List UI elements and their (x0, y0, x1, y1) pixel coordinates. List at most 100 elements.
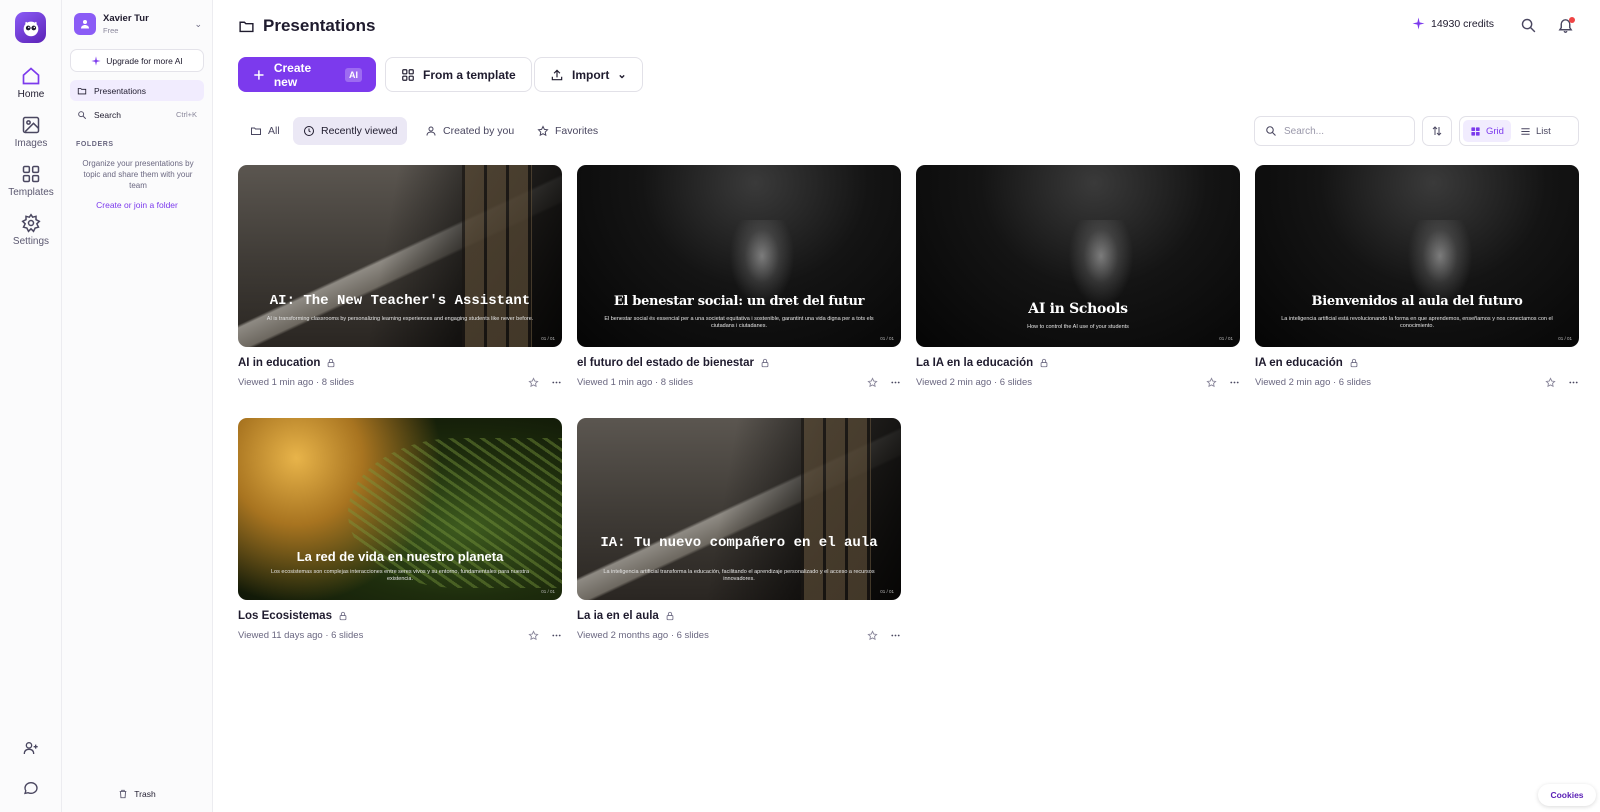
sparkle-icon (1412, 17, 1425, 30)
slide-thumbnail[interactable]: El benestar social: un dret del futur El… (577, 165, 901, 347)
card-title[interactable]: Los Ecosistemas (238, 610, 562, 622)
slide-thumbnail[interactable]: IA: Tu nuevo compañero en el aula La int… (577, 418, 901, 600)
import-label: Import (572, 67, 610, 82)
star-icon[interactable] (867, 630, 878, 641)
card-actions (867, 630, 901, 641)
sidebar-item-presentations[interactable]: Presentations (70, 80, 204, 101)
sort-button[interactable] (1422, 116, 1452, 146)
presentation-card[interactable]: Bienvenidos al aula del futuro La inteli… (1255, 165, 1579, 388)
slide-subtitle: AI is transforming classrooms by persona… (266, 316, 534, 322)
from-template-button[interactable]: From a template (385, 57, 532, 92)
create-folder-link[interactable]: Create or join a folder (70, 200, 204, 210)
clock-icon (304, 126, 314, 136)
sidebar-item-search[interactable]: Search Ctrl+K (70, 104, 204, 125)
shortcut-hint: Ctrl+K (175, 110, 197, 119)
card-meta-text: Viewed 1 min ago · 8 slides (577, 377, 693, 388)
presentation-card[interactable]: IA: Tu nuevo compañero en el aula La int… (577, 418, 901, 641)
rail-item-templates[interactable]: Templates (0, 164, 62, 198)
search-icon[interactable] (1520, 17, 1537, 34)
upgrade-button[interactable]: Upgrade for more AI (70, 49, 204, 72)
chevron-down-icon: ⌄ (194, 18, 202, 29)
more-icon[interactable] (551, 630, 562, 641)
slide-thumbnail[interactable]: AI in Schools How to control the AI use … (916, 165, 1240, 347)
tab-label: All (268, 125, 280, 137)
lock-icon (666, 611, 674, 621)
avatar (74, 13, 96, 35)
lock-icon (1350, 358, 1358, 368)
upload-icon (551, 69, 563, 80)
lock-icon (761, 358, 769, 368)
lock-icon (1040, 358, 1048, 368)
sidebar-item-label: Presentations (94, 85, 146, 96)
rail-item-label: Settings (12, 236, 50, 247)
star-icon[interactable] (1545, 377, 1556, 388)
folders-description: Organize your presentations by topic and… (82, 159, 194, 190)
folder-icon (77, 87, 87, 94)
grid-icon (1471, 126, 1480, 136)
more-icon[interactable] (1568, 377, 1579, 388)
grid-view-button[interactable]: Grid (1463, 120, 1511, 142)
rail-item-images[interactable]: Images (0, 115, 62, 149)
tab-recently-viewed[interactable]: Recently viewed (293, 117, 408, 145)
account-switcher[interactable]: Xavier Tur Free ⌄ (74, 12, 202, 36)
card-title-text: IA en educación (1255, 357, 1343, 369)
rail-item-settings[interactable]: Settings (0, 213, 62, 247)
tab-all[interactable]: All (240, 117, 290, 145)
rail-item-label: Home (17, 89, 45, 100)
gear-icon (21, 213, 41, 233)
more-icon[interactable] (890, 377, 901, 388)
card-meta: Viewed 11 days ago · 6 slides (238, 630, 562, 641)
cookies-button[interactable]: Cookies (1538, 784, 1596, 806)
card-meta: Viewed 1 min ago · 8 slides (238, 377, 562, 388)
chat-button[interactable] (0, 780, 62, 796)
card-title[interactable]: La ia en el aula (577, 610, 901, 622)
page-title-text: Presentations (263, 16, 376, 35)
slide-thumbnail[interactable]: La red de vida en nuestro planeta Los ec… (238, 418, 562, 600)
tab-created-by-you[interactable]: Created by you (415, 117, 524, 145)
card-meta-text: Viewed 11 days ago · 6 slides (238, 630, 364, 641)
folder-icon (239, 21, 254, 32)
search-field[interactable] (1254, 116, 1415, 146)
trash-button[interactable]: Trash (70, 789, 204, 799)
owl-logo-icon (23, 21, 38, 36)
presentation-card[interactable]: AI: The New Teacher's Assistant AI is tr… (238, 165, 562, 388)
slide-thumbnail[interactable]: AI: The New Teacher's Assistant AI is tr… (238, 165, 562, 347)
app-logo[interactable] (15, 12, 46, 43)
card-title[interactable]: el futuro del estado de bienestar (577, 357, 901, 369)
view-toggle: Grid List (1459, 116, 1579, 146)
slide-thumbnail[interactable]: Bienvenidos al aula del futuro La inteli… (1255, 165, 1579, 347)
tab-label: Recently viewed (321, 125, 398, 137)
list-view-button[interactable]: List (1513, 120, 1558, 142)
presentation-card[interactable]: El benestar social: un dret del futur El… (577, 165, 901, 388)
star-icon[interactable] (528, 630, 539, 641)
card-title[interactable]: La IA en la educación (916, 357, 1240, 369)
list-icon (1521, 127, 1530, 135)
card-title[interactable]: IA en educación (1255, 357, 1579, 369)
more-icon[interactable] (890, 630, 901, 641)
search-icon (78, 110, 87, 119)
import-button[interactable]: Import ⌄ (534, 57, 643, 92)
card-meta-text: Viewed 1 min ago · 8 slides (238, 377, 354, 388)
create-new-label: Create new (273, 60, 312, 89)
rail-item-home[interactable]: Home (0, 66, 62, 100)
create-new-button[interactable]: Create new AI (238, 57, 376, 92)
user-info: Xavier Tur Free (103, 14, 149, 34)
chevron-down-icon: ⌄ (617, 69, 627, 81)
page-title: Presentations (238, 16, 375, 36)
search-input[interactable] (1284, 125, 1394, 137)
slide-subtitle: El benestar social és essencial per a un… (604, 316, 874, 329)
star-icon[interactable] (528, 377, 539, 388)
invite-button[interactable] (0, 740, 62, 756)
card-title[interactable]: AI in education (238, 357, 562, 369)
more-icon[interactable] (1229, 377, 1240, 388)
presentation-card[interactable]: AI in Schools How to control the AI use … (916, 165, 1240, 388)
tab-label: Created by you (443, 125, 515, 137)
presentation-card[interactable]: La red de vida en nuestro planeta Los ec… (238, 418, 562, 641)
star-icon[interactable] (1206, 377, 1217, 388)
credits-badge[interactable]: 14930 credits (1412, 17, 1494, 30)
card-meta-text: Viewed 2 months ago · 6 slides (577, 630, 709, 641)
card-actions (867, 377, 901, 388)
tab-favorites[interactable]: Favorites (527, 117, 608, 145)
more-icon[interactable] (551, 377, 562, 388)
star-icon[interactable] (867, 377, 878, 388)
